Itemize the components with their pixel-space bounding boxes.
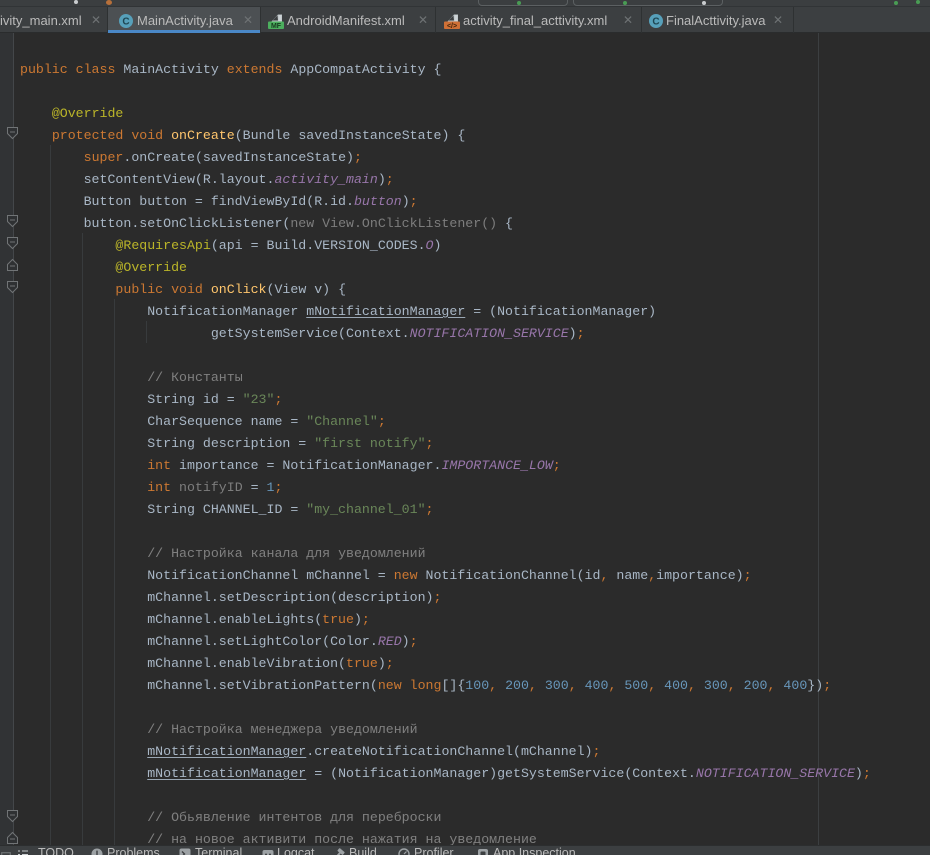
svg-text:C: C <box>122 17 129 28</box>
svg-text:</>: </> <box>447 23 457 29</box>
svg-text:MF: MF <box>271 23 282 29</box>
svg-text:C: C <box>652 17 659 28</box>
